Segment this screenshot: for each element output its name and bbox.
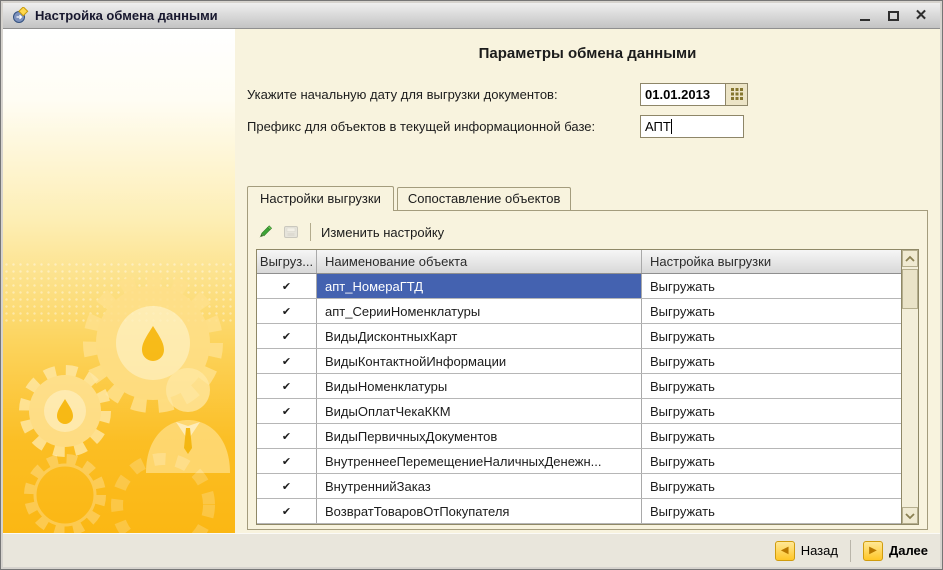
prefix-row: Префикс для объектов в текущей информаци… [247, 113, 928, 139]
window-frame: Настройка обмена данными ✕ [1, 1, 942, 569]
table-row[interactable]: ✔ВидыКонтактнойИнформацииВыгружать [257, 349, 901, 374]
start-date-label: Укажите начальную дату для выгрузки доку… [247, 87, 640, 102]
column-header-export-setting: Настройка выгрузки [642, 250, 901, 273]
calendar-grid-icon [731, 88, 743, 100]
tab-bar: Настройки выгрузки Сопоставление объекто… [247, 185, 928, 210]
row-export-checkmark-cell[interactable]: ✔ [257, 399, 317, 423]
row-export-setting-cell[interactable]: Выгружать [642, 399, 901, 423]
row-export-setting-cell[interactable]: Выгружать [642, 499, 901, 523]
table-row[interactable]: ✔ВозвратТоваровОтПокупателяВыгружать [257, 499, 901, 524]
objects-table: Выгруз... Наименование объекта Настройка… [256, 249, 919, 525]
wizard-sidebar-artwork [3, 29, 235, 533]
wizard-footer: ◀ Назад ▶ Далее [3, 533, 940, 567]
row-export-setting-cell[interactable]: Выгружать [642, 324, 901, 348]
row-export-checkmark-cell[interactable]: ✔ [257, 324, 317, 348]
row-export-setting-cell[interactable]: Выгружать [642, 449, 901, 473]
toolbar-separator [310, 223, 311, 241]
row-export-checkmark-cell[interactable]: ✔ [257, 449, 317, 473]
row-object-name-cell[interactable]: апт_НомераГТД [317, 274, 642, 298]
row-object-name-cell[interactable]: ВидыКонтактнойИнформации [317, 349, 642, 373]
chevron-up-icon [904, 255, 916, 263]
tab-object-mapping[interactable]: Сопоставление объектов [397, 187, 572, 210]
back-button-label: Назад [801, 543, 838, 558]
page-title: Параметры обмена данными [247, 45, 928, 65]
scrollbar-thumb[interactable] [902, 269, 918, 309]
next-arrow-icon: ▶ [863, 541, 883, 561]
table-row[interactable]: ✔ВидыДисконтныхКартВыгружать [257, 324, 901, 349]
chevron-down-icon [904, 512, 916, 520]
dialog-window: Настройка обмена данными ✕ [0, 0, 943, 570]
row-export-checkmark-cell[interactable]: ✔ [257, 424, 317, 448]
row-object-name-cell[interactable]: ВнутреннееПеремещениеНаличныхДенежн... [317, 449, 642, 473]
data-exchange-app-icon [11, 7, 29, 25]
table-row[interactable]: ✔ВидыОплатЧекаККМВыгружать [257, 399, 901, 424]
prefix-label: Префикс для объектов в текущей информаци… [247, 119, 640, 134]
row-object-name-cell[interactable]: ВидыДисконтныхКарт [317, 324, 642, 348]
row-export-setting-cell[interactable]: Выгружать [642, 424, 901, 448]
start-date-row: Укажите начальную дату для выгрузки доку… [247, 81, 928, 107]
table-row[interactable]: ✔ВидыНоменклатурыВыгружать [257, 374, 901, 399]
row-export-checkmark-cell[interactable]: ✔ [257, 499, 317, 523]
wizard-main-pane: Параметры обмена данными Укажите начальн… [235, 29, 940, 533]
maximize-button[interactable] [886, 9, 900, 23]
minimize-button[interactable] [858, 9, 872, 23]
table-row[interactable]: ✔ВидыПервичныхДокументовВыгружать [257, 424, 901, 449]
row-object-name-cell[interactable]: апт_СерииНоменклатуры [317, 299, 642, 323]
change-setting-button[interactable]: Изменить настройку [321, 225, 444, 240]
scroll-down-button[interactable] [902, 507, 918, 524]
calendar-button[interactable] [726, 83, 748, 106]
next-button-label: Далее [889, 543, 928, 558]
row-export-setting-cell[interactable]: Выгружать [642, 299, 901, 323]
close-button[interactable]: ✕ [914, 9, 928, 23]
titlebar[interactable]: Настройка обмена данными ✕ [3, 3, 940, 29]
row-export-checkmark-cell[interactable]: ✔ [257, 299, 317, 323]
table-row[interactable]: ✔ВнутреннееПеремещениеНаличныхДенежн...В… [257, 449, 901, 474]
table-row[interactable]: ✔ВнутреннийЗаказВыгружать [257, 474, 901, 499]
row-export-checkmark-cell[interactable]: ✔ [257, 474, 317, 498]
table-header-row: Выгруз... Наименование объекта Настройка… [257, 250, 901, 274]
row-export-checkmark-cell[interactable]: ✔ [257, 349, 317, 373]
row-export-setting-cell[interactable]: Выгружать [642, 374, 901, 398]
column-header-export: Выгруз... [257, 250, 317, 273]
table-body: ✔апт_НомераГТДВыгружать✔апт_СерииНоменкл… [257, 274, 918, 524]
row-object-name-cell[interactable]: ВнутреннийЗаказ [317, 474, 642, 498]
text-caret [671, 119, 672, 134]
prefix-input[interactable] [640, 115, 744, 138]
table-toolbar: Изменить настройку [256, 217, 919, 247]
window-title: Настройка обмена данными [35, 8, 858, 23]
vertical-scrollbar[interactable] [901, 250, 918, 524]
row-object-name-cell[interactable]: ВидыПервичныхДокументов [317, 424, 642, 448]
row-export-setting-cell[interactable]: Выгружать [642, 349, 901, 373]
start-date-input[interactable] [640, 83, 726, 106]
table-row[interactable]: ✔апт_НомераГТДВыгружать [257, 274, 901, 299]
row-export-setting-cell[interactable]: Выгружать [642, 474, 901, 498]
table-row[interactable]: ✔апт_СерииНоменклатурыВыгружать [257, 299, 901, 324]
row-object-name-cell[interactable]: ВидыНоменклатуры [317, 374, 642, 398]
row-export-setting-cell[interactable]: Выгружать [642, 274, 901, 298]
gears-person-illustration [3, 233, 235, 533]
edit-pencil-icon[interactable] [256, 223, 274, 241]
scroll-up-button[interactable] [902, 250, 918, 267]
tab-export-settings[interactable]: Настройки выгрузки [247, 186, 394, 211]
row-export-checkmark-cell[interactable]: ✔ [257, 374, 317, 398]
export-settings-panel: Изменить настройку Выгруз... Наименовани… [247, 210, 928, 530]
row-export-checkmark-cell[interactable]: ✔ [257, 274, 317, 298]
footer-separator [850, 540, 851, 562]
column-header-object-name: Наименование объекта [317, 250, 642, 273]
row-object-name-cell[interactable]: ВозвратТоваровОтПокупателя [317, 499, 642, 523]
back-arrow-icon: ◀ [775, 541, 795, 561]
disabled-settings-icon [282, 223, 300, 241]
back-button[interactable]: ◀ Назад [775, 541, 838, 561]
row-object-name-cell[interactable]: ВидыОплатЧекаККМ [317, 399, 642, 423]
next-button[interactable]: ▶ Далее [863, 541, 928, 561]
